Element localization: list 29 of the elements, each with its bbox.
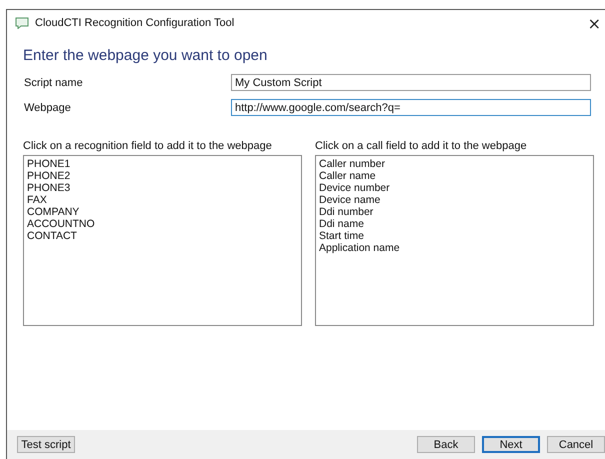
list-item[interactable]: Application name — [319, 242, 590, 254]
list-item[interactable]: PHONE3 — [27, 182, 298, 194]
page-heading: Enter the webpage you want to open — [23, 47, 268, 64]
close-button[interactable]: × — [584, 14, 605, 32]
button[interactable]: Cancel — [547, 436, 605, 453]
list-item[interactable]: PHONE2 — [27, 170, 298, 182]
button[interactable]: Test script — [17, 436, 75, 453]
chat-bubble-icon — [15, 17, 29, 29]
window-title: CloudCTI Recognition Configuration Tool — [35, 17, 236, 29]
list-item[interactable]: Device number — [319, 182, 590, 194]
list-item[interactable]: Device name — [319, 194, 590, 206]
input-field[interactable]: http://www.google.com/search?q= — [231, 99, 591, 116]
list-item[interactable]: Caller number — [319, 158, 590, 170]
button[interactable]: Next — [482, 436, 540, 453]
button[interactable]: Back — [417, 436, 475, 453]
list-item[interactable]: COMPANY — [27, 206, 298, 218]
field-label: Script name — [23, 76, 84, 88]
list-item[interactable]: Ddi number — [319, 206, 590, 218]
list-item[interactable]: Start time — [319, 230, 590, 242]
list-item[interactable]: PHONE1 — [27, 158, 298, 170]
field-label: Webpage — [23, 102, 72, 114]
list-item[interactable]: Caller name — [319, 170, 590, 182]
input-field[interactable]: My Custom Script — [231, 74, 591, 91]
list-item[interactable]: Ddi name — [319, 218, 590, 230]
list-item[interactable]: FAX — [27, 194, 298, 206]
list-item[interactable]: ACCOUNTNO — [27, 218, 298, 230]
list-label: Click on a recognition field to add it to the webpage — [23, 140, 273, 152]
list-item[interactable]: CONTACT — [27, 230, 298, 242]
list-label: Click on a call field to add it to the webpage — [315, 140, 528, 152]
